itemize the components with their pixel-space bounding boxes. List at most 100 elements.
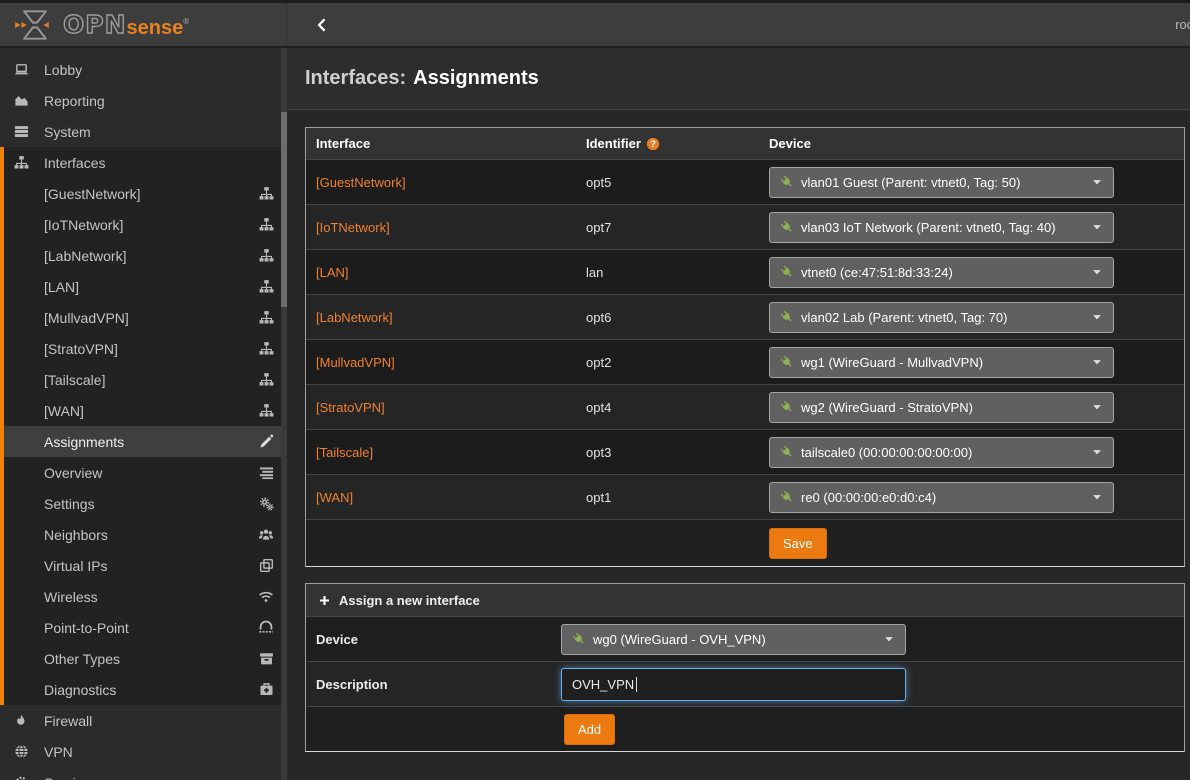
column-header-device: Device <box>761 136 1184 151</box>
device-select[interactable]: tailscale0 (00:00:00:00:00:00) <box>769 437 1114 468</box>
device-select[interactable]: vtnet0 (ce:47:51:8d:33:24) <box>769 257 1114 288</box>
assignment-row: [IoTNetwork] opt7 vlan03 IoT Network (Pa… <box>306 204 1184 249</box>
interface-link[interactable]: [LabNetwork] <box>316 310 393 325</box>
table-header-row: Interface Identifier ? Device <box>306 128 1184 159</box>
assignment-row: [WAN] opt1 re0 (00:00:00:e0:d0:c4) <box>306 474 1184 519</box>
medkit-icon <box>259 682 274 697</box>
identifier-value: opt3 <box>576 445 761 460</box>
sidebar-item-label: Wireless <box>44 589 98 605</box>
sitemap-icon <box>259 217 274 232</box>
page-title: Assignments <box>413 67 539 90</box>
identifier-value: opt2 <box>576 355 761 370</box>
sidebar-item-wan[interactable]: [WAN] <box>4 395 287 426</box>
sidebar-item-overview[interactable]: Overview <box>4 457 287 488</box>
save-button[interactable]: Save <box>769 528 827 559</box>
device-select-value: vlan02 Lab (Parent: vtnet0, Tag: 70) <box>801 310 1007 325</box>
add-button[interactable]: Add <box>564 714 615 745</box>
device-select-value: vlan03 IoT Network (Parent: vtnet0, Tag:… <box>801 220 1056 235</box>
sidebar-collapse-button[interactable] <box>315 17 329 33</box>
bridge-icon <box>258 620 274 635</box>
sidebar-item-interfaces[interactable]: Interfaces <box>4 147 287 178</box>
sidebar-item-label: Reporting <box>44 93 105 109</box>
sidebar-scrollbar-track <box>281 48 287 780</box>
pencil-icon <box>259 434 274 449</box>
sidebar-item-firewall[interactable]: Firewall <box>0 705 287 736</box>
opnsense-logo[interactable]: OPN sense® <box>0 3 287 46</box>
description-input[interactable]: OVH_VPN <box>561 668 906 701</box>
question-circle-icon[interactable]: ? <box>646 137 660 151</box>
clone-icon <box>259 558 274 573</box>
sidebar-item-labnetwork[interactable]: [LabNetwork] <box>4 240 287 271</box>
users-icon <box>258 527 274 542</box>
plug-icon <box>780 400 794 414</box>
sitemap-icon <box>259 279 274 294</box>
sidebar-item-settings[interactable]: Settings <box>4 488 287 519</box>
interface-link[interactable]: [GuestNetwork] <box>316 175 406 190</box>
caret-down-icon <box>1091 311 1103 323</box>
sidebar-item-label: Assignments <box>44 434 124 450</box>
sidebar-item-stratovpn[interactable]: [StratoVPN] <box>4 333 287 364</box>
sidebar-item-label: Virtual IPs <box>44 558 108 574</box>
sidebar-item-lan[interactable]: [LAN] <box>4 271 287 302</box>
device-select[interactable]: wg2 (WireGuard - StratoVPN) <box>769 392 1114 423</box>
sidebar-item-assignments[interactable]: Assignments <box>4 426 287 457</box>
sidebar-item-guestnetwork[interactable]: [GuestNetwork] <box>4 178 287 209</box>
interface-link[interactable]: [StratoVPN] <box>316 400 385 415</box>
gears-icon <box>259 496 274 511</box>
sidebar-item-label: System <box>44 124 91 140</box>
sitemap-icon <box>259 403 274 418</box>
device-select[interactable]: re0 (00:00:00:e0:d0:c4) <box>769 482 1114 513</box>
new-interface-header: Assign a new interface <box>306 584 1184 616</box>
user-menu[interactable]: roo <box>1175 17 1190 32</box>
brand-sense: sense® <box>127 18 190 38</box>
sidebar-item-tailscale[interactable]: [Tailscale] <box>4 364 287 395</box>
sidebar-item-label: [GuestNetwork] <box>44 186 140 202</box>
sidebar-item-iotnetwork[interactable]: [IoTNetwork] <box>4 209 287 240</box>
interface-link[interactable]: [LAN] <box>316 265 349 280</box>
interface-link[interactable]: [Tailscale] <box>316 445 373 460</box>
table-footer-row: Save <box>306 519 1184 566</box>
sidebar-item-vpn[interactable]: VPN <box>0 736 287 767</box>
sidebar-item-label: Settings <box>44 496 95 512</box>
sidebar-item-label: [LAN] <box>44 279 79 295</box>
sidebar-item-services[interactable]: Services <box>0 767 287 780</box>
sidebar-item-point-to-point[interactable]: Point-to-Point <box>4 612 287 643</box>
device-select-value: wg1 (WireGuard - MullvadVPN) <box>801 355 983 370</box>
device-select[interactable]: vlan02 Lab (Parent: vtnet0, Tag: 70) <box>769 302 1114 333</box>
caret-down-icon <box>1091 356 1103 368</box>
interface-link[interactable]: [IoTNetwork] <box>316 220 390 235</box>
sidebar-item-label: [LabNetwork] <box>44 248 126 264</box>
sidebar-item-system[interactable]: System <box>0 116 287 147</box>
assignment-row: [StratoVPN] opt4 wg2 (WireGuard - Strato… <box>306 384 1184 429</box>
caret-down-icon <box>1091 266 1103 278</box>
sidebar-item-label: [StratoVPN] <box>44 341 118 357</box>
new-device-select[interactable]: wg0 (WireGuard - OVH_VPN) <box>561 624 906 655</box>
sidebar-item-label: Point-to-Point <box>44 620 129 636</box>
sitemap-icon <box>259 341 274 356</box>
sidebar-item-wireless[interactable]: Wireless <box>4 581 287 612</box>
sidebar-item-lobby[interactable]: Lobby <box>0 54 287 85</box>
archive-icon <box>259 651 274 666</box>
device-select[interactable]: wg1 (WireGuard - MullvadVPN) <box>769 347 1114 378</box>
sidebar-item-neighbors[interactable]: Neighbors <box>4 519 287 550</box>
sidebar-item-diagnostics[interactable]: Diagnostics <box>4 674 287 705</box>
sidebar-item-mullvadvpn[interactable]: [MullvadVPN] <box>4 302 287 333</box>
assignment-row: [LAN] lan vtnet0 (ce:47:51:8d:33:24) <box>306 249 1184 294</box>
interface-link[interactable]: [WAN] <box>316 490 353 505</box>
sidebar-item-label: Diagnostics <box>44 682 116 698</box>
sidebar-item-label: Neighbors <box>44 527 108 543</box>
interface-link[interactable]: [MullvadVPN] <box>316 355 395 370</box>
device-select[interactable]: vlan01 Guest (Parent: vtnet0, Tag: 50) <box>769 167 1114 198</box>
sitemap-icon <box>259 310 274 325</box>
sidebar-item-other-types[interactable]: Other Types <box>4 643 287 674</box>
sidebar-item-virtual-ips[interactable]: Virtual IPs <box>4 550 287 581</box>
sidebar-scrollbar[interactable] <box>281 112 287 307</box>
device-select[interactable]: vlan03 IoT Network (Parent: vtnet0, Tag:… <box>769 212 1114 243</box>
assignment-row: [MullvadVPN] opt2 wg1 (WireGuard - Mullv… <box>306 339 1184 384</box>
sidebar-item-reporting[interactable]: Reporting <box>0 85 287 116</box>
plus-icon <box>318 594 331 607</box>
sidebar: Lobby Reporting System Interfaces [Guest… <box>0 48 287 780</box>
plug-icon <box>780 175 794 189</box>
new-interface-panel: Assign a new interface Device wg0 (WireG… <box>305 583 1185 752</box>
identifier-value: opt5 <box>576 175 761 190</box>
